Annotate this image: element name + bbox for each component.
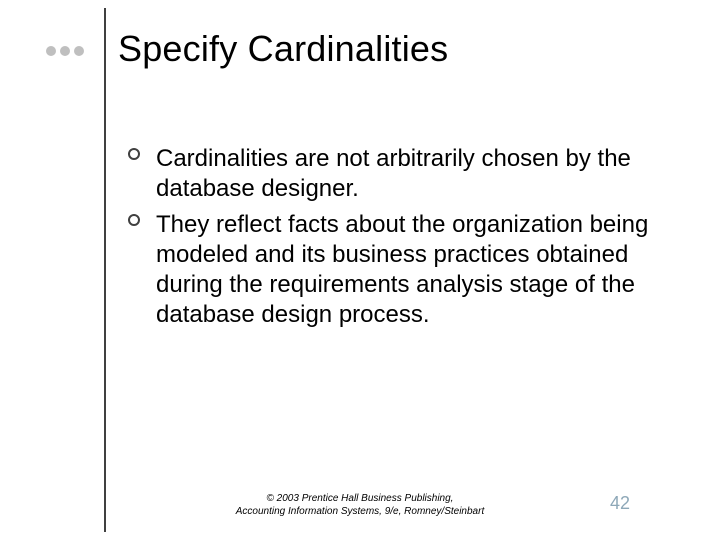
decor-dot bbox=[46, 46, 56, 56]
bullet-icon bbox=[128, 214, 140, 226]
decor-dot bbox=[74, 46, 84, 56]
slide: Specify Cardinalities Cardinalities are … bbox=[0, 0, 720, 540]
body-list: Cardinalities are not arbitrarily chosen… bbox=[128, 144, 678, 336]
footer-line-2: Accounting Information Systems, 9/e, Rom… bbox=[200, 506, 520, 519]
decor-dots bbox=[46, 46, 84, 56]
page-number: 42 bbox=[610, 493, 630, 514]
list-item-text: Cardinalities are not arbitrarily chosen… bbox=[156, 145, 631, 202]
vertical-rule bbox=[104, 8, 106, 532]
decor-dot bbox=[60, 46, 70, 56]
footer-line-1: © 2003 Prentice Hall Business Publishing… bbox=[200, 493, 520, 506]
list-item: They reflect facts about the organizatio… bbox=[128, 210, 678, 330]
slide-title: Specify Cardinalities bbox=[118, 28, 448, 70]
list-item: Cardinalities are not arbitrarily chosen… bbox=[128, 144, 678, 204]
list-item-text: They reflect facts about the organizatio… bbox=[156, 211, 648, 328]
footer-text: © 2003 Prentice Hall Business Publishing… bbox=[200, 493, 520, 518]
bullet-icon bbox=[128, 148, 140, 160]
